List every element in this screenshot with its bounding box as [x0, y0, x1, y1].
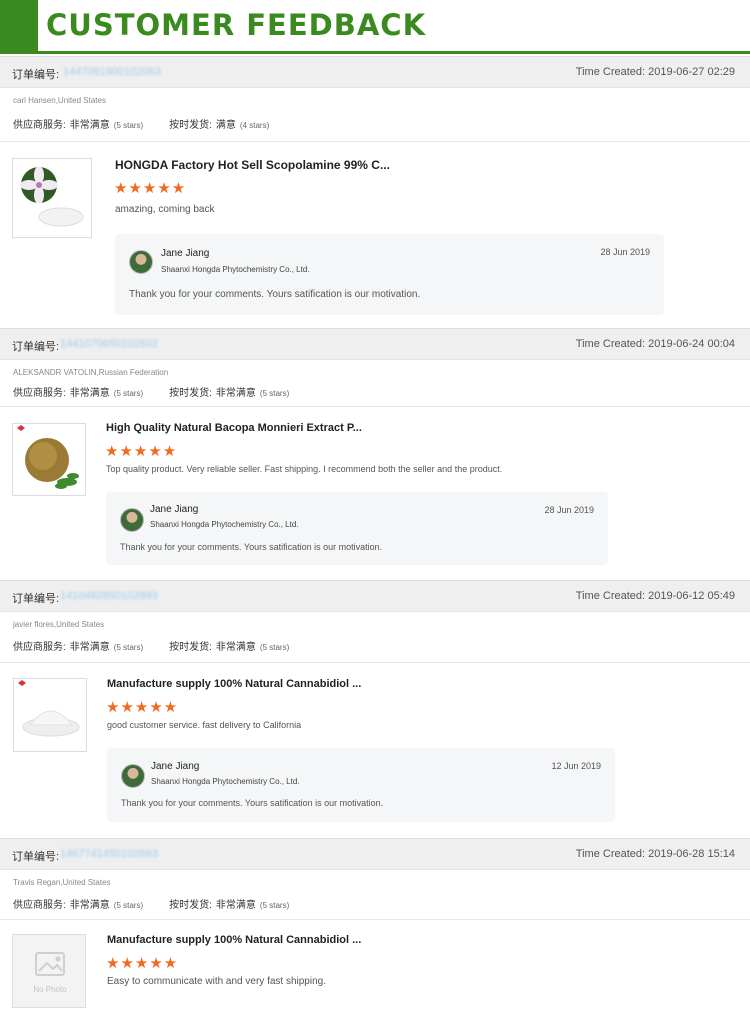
- order-number[interactable]: 1410482650102893: [60, 590, 158, 602]
- page-header: CUSTOMER FEEDBACK: [0, 0, 750, 56]
- seller-reply: Jane Jiang Shaanxi Hongda Phytochemistry…: [106, 492, 608, 565]
- order-number-label: 订单编号:: [12, 69, 60, 81]
- order-bar: 订单编号: 1410482650102893 Time Created: 201…: [0, 580, 750, 612]
- shipping-stars: (5 stars): [259, 643, 290, 652]
- order-number-label: 订单编号:: [12, 851, 60, 863]
- supplier-service-rating: 非常满意: [69, 642, 110, 653]
- supplier-service-stars: (5 stars): [113, 901, 144, 910]
- seller-reply: Jane Jiang Shaanxi Hongda Phytochemistry…: [107, 748, 615, 822]
- buyer-name: carl Hansen,United States: [13, 96, 106, 105]
- supplier-service-stars: (5 stars): [113, 389, 144, 398]
- rating-stars: ★★★★★: [106, 955, 179, 972]
- supplier-service-rating: 非常满意: [69, 388, 110, 399]
- rating-stars: ★★★★★: [114, 180, 187, 197]
- reply-message: Thank you for your comments. Yours satif…: [120, 542, 383, 552]
- reply-date: 28 Jun 2019: [544, 505, 594, 515]
- order-number[interactable]: 1467741450102663: [60, 848, 158, 860]
- shipping-rating: 非常满意: [215, 642, 256, 653]
- seller-ratings: 供应商服务: 非常满意 (5 stars) 按时发货: 非常满意 (5 stars): [13, 384, 315, 399]
- supplier-service-label: 供应商服务:: [13, 120, 66, 131]
- reply-message: Thank you for your comments. Yours satif…: [121, 798, 384, 808]
- reply-date: 28 Jun 2019: [600, 247, 650, 257]
- rating-stars: ★★★★★: [105, 443, 178, 460]
- reply-company: Shaanxi Hongda Phytochemistry Co., Ltd.: [151, 777, 300, 786]
- shipping-rating: 非常满意: [215, 388, 256, 399]
- feedback-order-2: 订单编号: 1441070650102602 Time Created: 201…: [0, 328, 750, 407]
- feedback-order-4: 订单编号: 1467741450102663 Time Created: 201…: [0, 838, 750, 920]
- order-bar: 订单编号: 1467741450102663 Time Created: 201…: [0, 838, 750, 870]
- seller-ratings: 供应商服务: 非常满意 (5 stars) 按时发货: 非常满意 (5 stars): [13, 638, 315, 653]
- no-photo-label: No Photo: [33, 985, 67, 994]
- shipping-stars: (5 stars): [259, 901, 290, 910]
- shipping-stars: (4 stars): [239, 121, 270, 130]
- order-number[interactable]: 1441070650102602: [60, 338, 158, 350]
- reply-author: Jane Jiang: [151, 761, 200, 772]
- header-divider: [38, 51, 750, 54]
- shipping-rating: 非常满意: [215, 900, 256, 911]
- product-thumbnail[interactable]: [13, 678, 87, 752]
- product-name[interactable]: Manufacture supply 100% Natural Cannabid…: [107, 678, 361, 690]
- reply-message: Thank you for your comments. Yours satif…: [129, 289, 421, 300]
- time-created: Time Created: 2019-06-24 00:04: [575, 338, 735, 350]
- buyer-name: ALEKSANDR VATOLIN,Russian Federation: [13, 368, 169, 377]
- product-thumbnail[interactable]: No Photo: [12, 934, 86, 1008]
- supplier-service-rating: 非常满意: [69, 900, 110, 911]
- supplier-service-stars: (5 stars): [113, 121, 144, 130]
- shipping-rating: 满意: [215, 120, 236, 131]
- supplier-service-label: 供应商服务:: [13, 900, 66, 911]
- buyer-comment: Easy to communicate with and very fast s…: [107, 976, 326, 987]
- time-created: Time Created: 2019-06-12 05:49: [575, 590, 735, 602]
- rating-stars: ★★★★★: [106, 699, 179, 716]
- product-name[interactable]: High Quality Natural Bacopa Monnieri Ext…: [106, 422, 362, 434]
- buyer-name: Travis Regan,United States: [13, 878, 111, 887]
- shipping-label: 按时发货:: [169, 120, 212, 131]
- feedback-order-1: 订单编号: 1447091900102063 Time Created: 201…: [0, 56, 750, 142]
- reply-company: Shaanxi Hongda Phytochemistry Co., Ltd.: [150, 520, 299, 529]
- reply-author: Jane Jiang: [150, 504, 199, 515]
- feedback-order-3: 订单编号: 1410482650102893 Time Created: 201…: [0, 580, 750, 663]
- page-title: CUSTOMER FEEDBACK: [46, 8, 427, 42]
- order-bar: 订单编号: 1447091900102063 Time Created: 201…: [0, 56, 750, 88]
- no-photo-icon: [35, 952, 65, 976]
- product-thumbnail[interactable]: [12, 423, 86, 496]
- reply-company: Shaanxi Hongda Phytochemistry Co., Ltd.: [161, 265, 310, 274]
- shipping-stars: (5 stars): [259, 389, 290, 398]
- buyer-info: carl Hansen,United States 供应商服务: 非常满意 (5 s…: [0, 88, 750, 142]
- shipping-label: 按时发货:: [169, 642, 212, 653]
- header-accent-block: [0, 0, 38, 54]
- supplier-service-label: 供应商服务:: [13, 642, 66, 653]
- avatar: [129, 250, 153, 274]
- shipping-label: 按时发货:: [169, 388, 212, 399]
- supplier-service-label: 供应商服务:: [13, 388, 66, 399]
- buyer-info: Travis Regan,United States 供应商服务: 非常满意 (5 …: [0, 870, 750, 920]
- flower-powder-image: [20, 166, 84, 227]
- product-name[interactable]: Manufacture supply 100% Natural Cannabid…: [107, 934, 361, 946]
- buyer-comment: Top quality product. Very reliable selle…: [106, 464, 503, 474]
- time-created: Time Created: 2019-06-27 02:29: [575, 66, 735, 78]
- herbal-powder-image: [17, 425, 79, 489]
- buyer-info: javier flores,United States 供应商服务: 非常满意 (5…: [0, 612, 750, 663]
- order-number-label: 订单编号:: [12, 593, 60, 605]
- seller-ratings: 供应商服务: 非常满意 (5 stars) 按时发货: 非常满意 (5 stars): [13, 896, 315, 911]
- time-created: Time Created: 2019-06-28 15:14: [575, 848, 735, 860]
- product-thumbnail[interactable]: [12, 158, 92, 238]
- reply-author: Jane Jiang: [161, 248, 210, 259]
- supplier-service-rating: 非常满意: [69, 120, 110, 131]
- seller-reply: Jane Jiang Shaanxi Hongda Phytochemistry…: [115, 234, 664, 315]
- buyer-info: ALEKSANDR VATOLIN,Russian Federation 供应商…: [0, 360, 750, 407]
- buyer-comment: good customer service. fast delivery to …: [107, 720, 302, 730]
- reply-date: 12 Jun 2019: [551, 761, 601, 771]
- white-powder-image: [18, 680, 80, 737]
- buyer-comment: amazing, coming back: [115, 204, 215, 215]
- product-name[interactable]: HONGDA Factory Hot Sell Scopolamine 99% …: [115, 158, 390, 172]
- seller-ratings: 供应商服务: 非常满意 (5 stars) 按时发货: 满意 (4 stars): [13, 116, 295, 131]
- supplier-service-stars: (5 stars): [113, 643, 144, 652]
- order-number-label: 订单编号:: [12, 341, 60, 353]
- avatar: [120, 508, 144, 532]
- avatar: [121, 764, 145, 788]
- order-number[interactable]: 1447091900102063: [63, 66, 161, 78]
- shipping-label: 按时发货:: [169, 900, 212, 911]
- buyer-name: javier flores,United States: [13, 620, 105, 629]
- order-bar: 订单编号: 1441070650102602 Time Created: 201…: [0, 328, 750, 360]
